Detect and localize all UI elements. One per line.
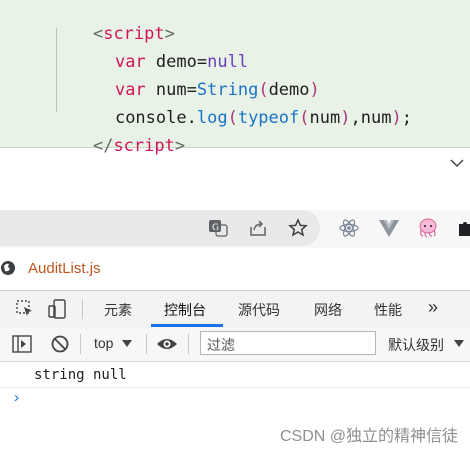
device-toolbar-icon[interactable] — [48, 299, 68, 319]
chevron-down-icon[interactable] — [450, 158, 464, 168]
token: num — [360, 108, 392, 128]
react-devtools-icon[interactable] — [337, 216, 361, 240]
browser-toolbar: G — [0, 210, 470, 248]
console-message: string null — [0, 363, 470, 388]
token: </ — [92, 136, 114, 156]
translate-icon[interactable]: G — [206, 216, 230, 240]
tab-network[interactable]: 网络 — [314, 300, 342, 320]
share-icon[interactable] — [246, 216, 270, 240]
clear-console-icon[interactable] — [50, 334, 70, 354]
sidebar-toggle-icon[interactable] — [12, 335, 32, 353]
token: , — [350, 108, 361, 128]
code-line-5: </script> — [52, 116, 185, 176]
dropdown-arrow-icon[interactable] — [122, 340, 132, 348]
token: ( — [227, 108, 238, 128]
divider — [188, 334, 189, 354]
watermark: CSDN @独立的精神信徒 — [279, 428, 458, 445]
octopus-extension-icon[interactable] — [416, 216, 440, 240]
tab-sources[interactable]: 源代码 — [238, 300, 280, 320]
token: typeof — [237, 108, 300, 128]
extensions-puzzle-icon[interactable] — [454, 216, 470, 240]
token: num — [309, 108, 341, 128]
tab-elements[interactable]: 元素 — [104, 300, 132, 320]
token: ; — [401, 108, 412, 128]
tab-console[interactable]: 控制台 — [164, 300, 206, 320]
inspect-element-icon[interactable] — [16, 300, 34, 318]
devtools-tab-bar: 元素 控制台 源代码 网络 性能 » — [0, 291, 470, 328]
file-name: AuditList.js — [28, 260, 101, 277]
code-editor: <script> var demo=null var num=String(de… — [0, 0, 470, 156]
levels-dropdown-arrow-icon[interactable] — [454, 340, 464, 348]
token: . — [186, 108, 197, 128]
filter-input[interactable]: 过滤 — [200, 331, 376, 355]
console-prompt[interactable]: › — [14, 389, 19, 406]
address-bar[interactable] — [0, 210, 320, 246]
divider — [82, 299, 83, 319]
context-selector[interactable]: top — [94, 335, 113, 351]
source-file-tab[interactable]: AuditList.js — [0, 252, 470, 284]
token: ) — [340, 108, 351, 128]
token: ( — [299, 108, 310, 128]
divider — [146, 334, 147, 354]
more-tabs-button[interactable]: » — [428, 297, 438, 318]
token: script — [113, 136, 175, 156]
token: ) — [391, 108, 402, 128]
console-toolbar: top 过滤 默认级别 — [0, 327, 470, 362]
bookmark-star-icon[interactable] — [286, 216, 310, 240]
globe-icon — [1, 261, 15, 275]
console-log-text: string null — [34, 367, 127, 383]
live-expression-eye-icon[interactable] — [156, 336, 178, 352]
filter-placeholder: 过滤 — [207, 337, 235, 353]
token: log — [196, 108, 228, 128]
token: > — [174, 136, 186, 156]
divider — [80, 334, 81, 354]
tab-performance[interactable]: 性能 — [374, 300, 402, 320]
log-levels-dropdown[interactable]: 默认级别 — [388, 335, 444, 355]
vue-devtools-icon[interactable] — [377, 216, 401, 240]
